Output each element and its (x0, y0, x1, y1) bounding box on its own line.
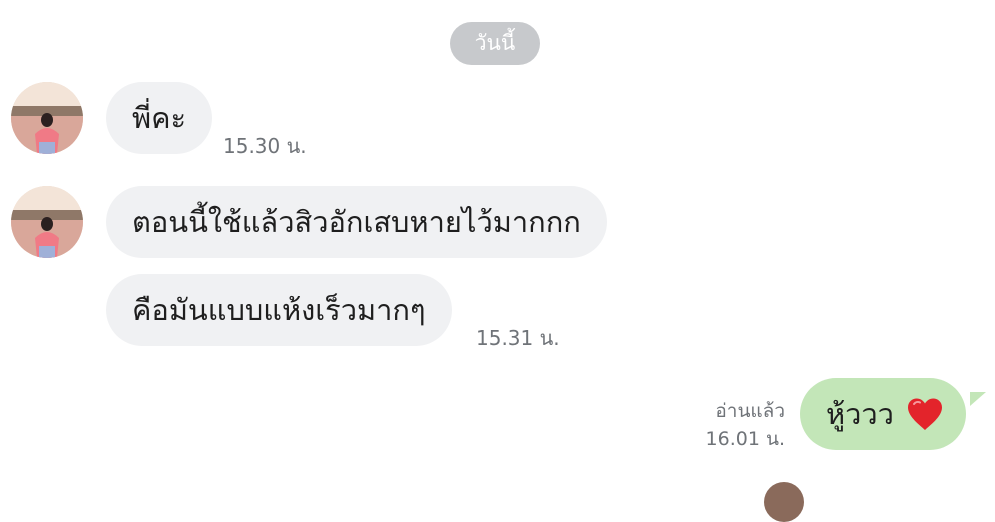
message-bubble[interactable]: คือมันแบบแห้งเร็วมากๆ (106, 274, 452, 346)
outgoing-meta: อ่านแล้ว 16.01 น. (706, 397, 785, 453)
avatar (764, 482, 804, 522)
message-timestamp: 15.30 น. (223, 134, 307, 158)
contact-avatar[interactable] (11, 186, 83, 258)
red-heart-icon (907, 398, 942, 430)
contact-avatar[interactable] (11, 82, 83, 154)
profile-photo (11, 186, 83, 258)
message-text: พี่คะ (132, 101, 187, 135)
date-divider: วันนี้ (450, 22, 540, 65)
message-text: ตอนนี้ใช้แล้วสิวอักเสบหายไว้มากกก (132, 205, 581, 239)
outgoing-message-bubble[interactable]: หู้ววว (800, 378, 966, 450)
bubble-tail (970, 392, 986, 406)
message-timestamp: 15.31 น. (476, 326, 560, 350)
read-receipt: อ่านแล้ว (715, 400, 785, 422)
message-bubble[interactable]: พี่คะ (106, 82, 213, 154)
profile-photo (11, 82, 83, 154)
message-bubble[interactable]: ตอนนี้ใช้แล้วสิวอักเสบหายไว้มากกก (106, 186, 607, 258)
message-timestamp: 16.01 น. (705, 428, 785, 450)
message-text: หู้ววว (826, 397, 894, 431)
message-text: คือมันแบบแห้งเร็วมากๆ (132, 293, 426, 327)
